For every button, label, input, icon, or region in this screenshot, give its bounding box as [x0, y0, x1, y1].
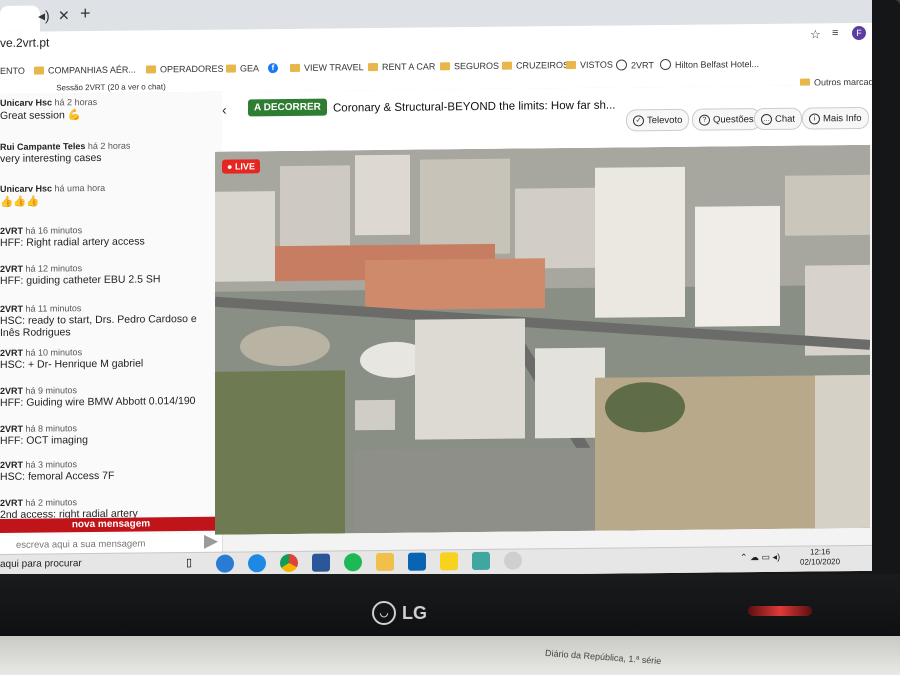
globe-icon: [616, 59, 627, 71]
app-icon[interactable]: [472, 551, 490, 571]
folder-icon: [368, 63, 378, 72]
bookmark-item[interactable]: VIEW TRAVEL: [290, 62, 364, 73]
bookmark-item[interactable]: COMPANHIAS AÉR...: [34, 65, 136, 76]
bookmark-item[interactable]: Hilton Belfast Hotel...: [660, 58, 759, 71]
chat-message: 2VRT há 11 minutos HSC: ready to start, …: [0, 303, 197, 339]
question-icon: ?: [699, 114, 710, 126]
url-text[interactable]: ve.2vrt.pt: [0, 35, 49, 50]
new-message-banner[interactable]: nova mensagem: [0, 516, 222, 533]
folder-icon: [290, 63, 300, 72]
chat-message: Unicarv Hsc há 2 horas Great session 💪: [0, 96, 98, 122]
profile-avatar[interactable]: F: [852, 25, 866, 41]
facebook-icon: f: [268, 63, 278, 74]
chat-message: 2VRT há 9 minutos HFF: Guiding wire BMW …: [0, 385, 196, 409]
chat-message: 2VRT há 8 minutos HFF: OCT imaging: [0, 423, 88, 447]
reading-list-icon[interactable]: ≡: [832, 27, 838, 39]
aerial-city-video-frame: [215, 144, 870, 535]
system-tray[interactable]: ⌃ ☁ ▭ ◂): [740, 552, 780, 563]
folder-icon: [146, 65, 156, 74]
taskbar-search[interactable]: aqui para procurar: [0, 558, 82, 570]
speaker-icon[interactable]: ◂): [38, 7, 50, 24]
star-icon[interactable]: ☆: [810, 27, 821, 41]
sticky-notes-icon[interactable]: [440, 552, 458, 571]
bookmark-item[interactable]: SEGUROS: [440, 61, 499, 72]
back-chevron-icon[interactable]: ‹: [222, 102, 227, 118]
folder-icon: [34, 66, 44, 75]
browser-tab[interactable]: [0, 5, 40, 32]
chat-message: 2VRT há 3 minutos HSC: femoral Access 7F: [0, 459, 115, 483]
video-player[interactable]: [215, 144, 870, 535]
chat-message: 2VRT há 12 minutos HFF: guiding catheter…: [0, 263, 161, 287]
chat-message: 2VRT há 16 minutos HFF: Right radial art…: [0, 225, 145, 249]
folder-icon: [440, 62, 450, 71]
folder-icon: [226, 64, 236, 73]
task-view-icon[interactable]: ▯: [186, 556, 192, 569]
bookmark-item[interactable]: RENT A CAR: [368, 61, 435, 72]
chrome-icon[interactable]: [280, 553, 298, 573]
app-icon[interactable]: [504, 551, 522, 570]
questoes-button[interactable]: ? Questões: [692, 108, 761, 131]
folder-icon: [502, 61, 512, 70]
bookmark-item[interactable]: ENTO: [0, 66, 25, 76]
chat-message: Unicarv Hsc há uma hora 👍👍👍: [0, 182, 106, 208]
word-icon[interactable]: [312, 553, 330, 572]
status-badge: A DECORRER: [248, 98, 327, 117]
bookmark-item[interactable]: OPERADORES: [146, 64, 224, 75]
edge-icon[interactable]: [216, 554, 234, 573]
power-button[interactable]: [748, 606, 812, 616]
lg-logo: ◡ LG: [372, 598, 442, 628]
televoto-button[interactable]: ✓ Televoto: [626, 108, 690, 132]
bookmark-item[interactable]: 2VRT: [616, 59, 654, 71]
lg-logo-icon: ◡: [372, 601, 396, 625]
check-icon: ✓: [633, 114, 644, 126]
chat-message: 2VRT há 10 minutos HSC: + Dr- Henrique M…: [0, 347, 144, 371]
chat-button[interactable]: … Chat: [754, 107, 803, 131]
folder-icon: [566, 60, 576, 70]
bookmark-item[interactable]: f: [268, 63, 278, 74]
chat-icon: …: [761, 113, 772, 125]
info-icon: i: [809, 112, 820, 125]
mais-info-button[interactable]: i Mais Info: [802, 106, 869, 130]
chat-message: Rui Campante Teles há 2 horas very inter…: [0, 140, 131, 165]
bookmark-item[interactable]: VISTOS: [566, 60, 613, 70]
outlook-icon[interactable]: [408, 552, 426, 571]
desk-surface: [0, 636, 900, 675]
close-tab-icon[interactable]: ✕: [58, 7, 70, 24]
taskbar-clock[interactable]: 12:16 02/10/2020: [800, 547, 840, 567]
monitor-screen: ◂) ✕ + ve.2vrt.pt ☆ ≡ F ENTO COMPANHIAS …: [0, 0, 872, 581]
record-dot-icon: ●: [227, 161, 235, 172]
file-explorer-icon[interactable]: [376, 552, 394, 572]
new-tab-icon[interactable]: +: [80, 3, 91, 24]
spotify-icon[interactable]: [344, 553, 362, 572]
live-tag: ● LIVE: [222, 159, 260, 174]
internet-explorer-icon[interactable]: [248, 554, 266, 573]
monitor-bottom-bezel: [0, 574, 900, 636]
hilton-icon: [660, 58, 671, 71]
bookmark-item[interactable]: GEA: [226, 63, 259, 73]
bookmark-item[interactable]: CRUZEIROS: [502, 60, 569, 71]
send-icon[interactable]: [204, 534, 218, 549]
